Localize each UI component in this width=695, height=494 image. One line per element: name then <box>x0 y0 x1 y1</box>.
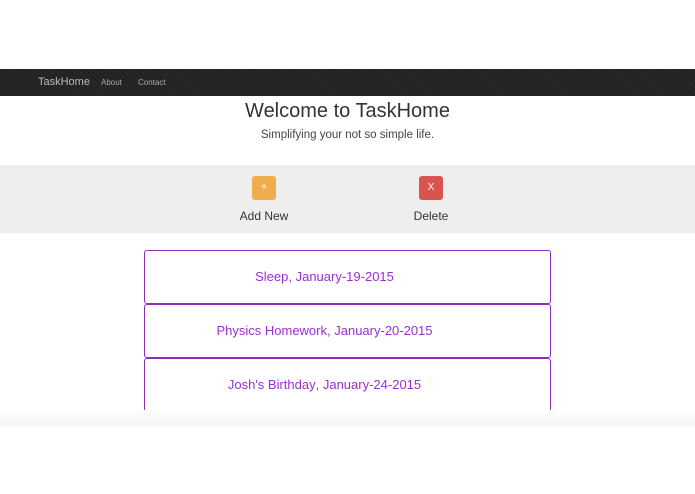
nav-link-about[interactable]: About <box>101 69 122 96</box>
plus-icon: + <box>261 182 267 193</box>
task-name: Sleep <box>255 269 289 284</box>
task-item-joshs-birthday[interactable]: Josh's Birthday, January-24-2015 <box>144 358 551 412</box>
navbar: TaskHome About Contact <box>0 69 695 96</box>
task-text: Physics Homework, January-20-2015 <box>216 305 432 356</box>
page-title: Welcome to TaskHome <box>245 100 450 122</box>
brand-link[interactable]: TaskHome <box>38 69 90 96</box>
nav-link-contact[interactable]: Contact <box>138 69 166 96</box>
task-date: January-20-2015 <box>334 323 433 338</box>
add-new-action: + Add New <box>214 165 314 233</box>
delete-label: Delete <box>413 209 449 223</box>
task-name: Physics Homework <box>216 323 327 338</box>
task-date: January-19-2015 <box>295 269 394 284</box>
task-text: Josh's Birthday, January-24-2015 <box>228 359 421 410</box>
page: TaskHome About Contact Welcome to TaskHo… <box>0 0 695 494</box>
task-date: January-24-2015 <box>322 377 422 392</box>
delete-action: X Delete <box>381 165 481 233</box>
add-new-label: Add New <box>239 209 289 223</box>
bottom-shadow <box>0 410 695 426</box>
task-name: Josh's Birthday <box>227 377 316 392</box>
task-item-physics-homework[interactable]: Physics Homework, January-20-2015 <box>144 304 551 358</box>
delete-button[interactable]: X <box>419 176 443 200</box>
page-subtitle: Simplifying your not so simple life. <box>260 129 435 141</box>
close-icon: X <box>427 182 435 193</box>
task-text: Sleep, January-19-2015 <box>255 251 394 302</box>
task-item-sleep[interactable]: Sleep, January-19-2015 <box>144 250 551 304</box>
task-list: Sleep, January-19-2015 Physics Homework,… <box>144 250 551 412</box>
add-new-button[interactable]: + <box>252 176 276 200</box>
action-bar: + Add New X Delete <box>0 165 695 233</box>
